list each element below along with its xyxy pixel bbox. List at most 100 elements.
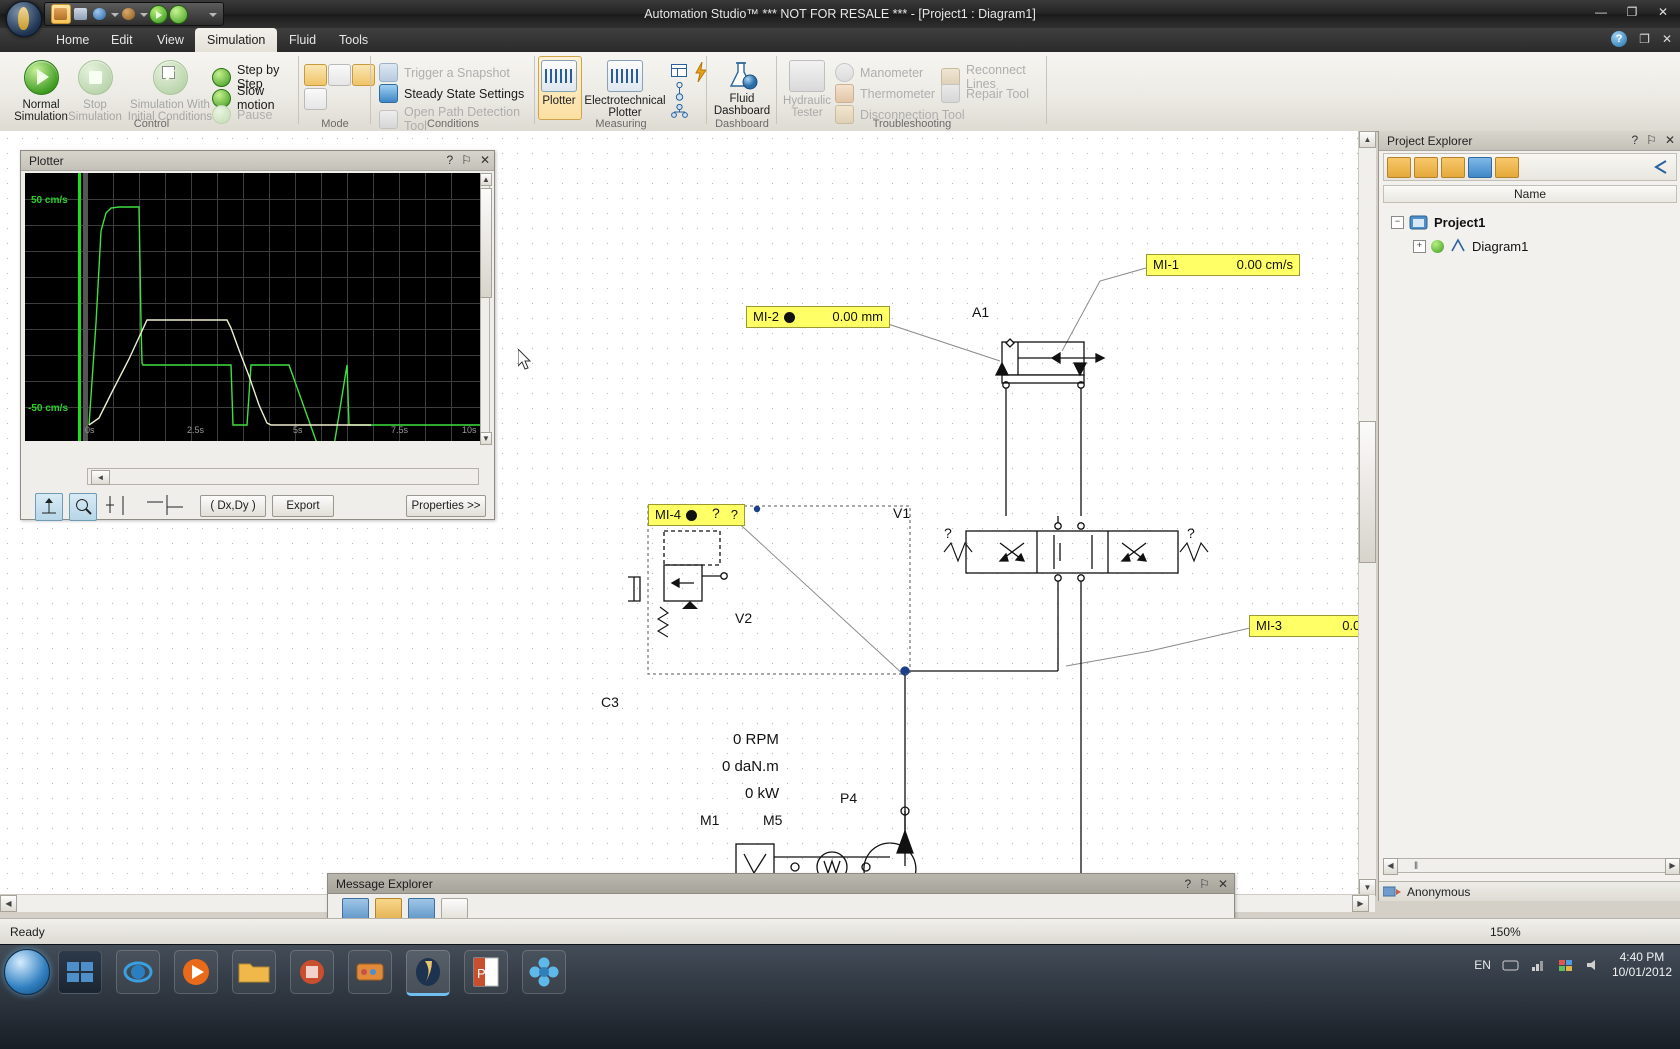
thermometer-icon — [835, 84, 854, 103]
measurement-label-mi2[interactable]: MI-2 0.00 mm — [746, 306, 890, 328]
tree-node-diagram1[interactable]: + Diagram1 — [1413, 238, 1528, 254]
help-icon[interactable]: ? — [1611, 31, 1628, 47]
stop-icon — [77, 60, 113, 95]
plotter-close-button[interactable]: ✕ — [480, 153, 490, 167]
plotter-scroll-up[interactable]: ▲ — [480, 173, 492, 186]
scroll-up-button[interactable]: ▲ — [1359, 131, 1376, 148]
taskbar-paint-icon[interactable] — [348, 950, 392, 994]
diagram1-expander-icon[interactable]: + — [1413, 239, 1426, 253]
mode-button-2[interactable] — [328, 64, 351, 86]
canvas-vertical-scrollbar[interactable]: ▲ ▼ — [1358, 131, 1376, 896]
project-explorer-help-button[interactable]: ? — [1631, 133, 1638, 147]
node-link-icon[interactable] — [673, 82, 686, 102]
tray-network-icon[interactable] — [1531, 958, 1547, 972]
plotter-vscroll-thumb[interactable] — [480, 188, 492, 298]
export-button[interactable]: Export — [272, 495, 334, 517]
taskbar-automation-studio-icon[interactable] — [406, 950, 450, 996]
save-project-icon[interactable] — [1441, 156, 1465, 178]
component-label-v2: V2 — [735, 610, 753, 626]
cursor-1-icon[interactable] — [105, 493, 131, 519]
maximize-button[interactable]: ❐ — [1621, 5, 1643, 19]
thermometer-button[interactable]: Thermometer — [835, 84, 935, 103]
electrotechnical-plotter-icon — [607, 60, 643, 92]
fluid-dashboard-label-1: Fluid — [729, 93, 755, 105]
tray-language[interactable]: EN — [1474, 958, 1491, 972]
tree-node-project1[interactable]: − Project1 — [1391, 213, 1485, 231]
taskbar-media-player-icon[interactable] — [174, 950, 218, 994]
vertical-scroll-thumb[interactable] — [1359, 421, 1376, 563]
plotter-pin-button[interactable]: ⚐ — [461, 153, 472, 167]
hierarchy-icon[interactable] — [671, 104, 688, 118]
measurement-label-mi3[interactable]: MI-3 0.00 L/ — [1249, 615, 1375, 637]
taskbar-internet-explorer-icon[interactable] — [116, 950, 160, 994]
plotter-chart[interactable]: 50 cm/s -50 cm/s 0s 2.5s 5s 7.5s 10s — [25, 173, 480, 441]
new-document-icon[interactable] — [1468, 156, 1492, 178]
cursor-2-icon[interactable] — [145, 493, 187, 519]
trigger-snapshot-button[interactable]: Trigger a Snapshot — [379, 63, 510, 82]
tray-device-icon[interactable] — [1502, 958, 1520, 972]
taskbar-windows-explorer-icon[interactable] — [58, 950, 102, 994]
mode-button-4[interactable] — [304, 88, 327, 110]
hydraulic-tester-button[interactable]: Hydraulic Tester — [779, 56, 835, 119]
tray-flag-icon[interactable] — [1558, 958, 1574, 972]
zoom-fit-button[interactable] — [69, 493, 97, 521]
plotter-help-button[interactable]: ? — [446, 153, 453, 167]
plot-x-tick-1: 2.5s — [187, 425, 205, 435]
taskbar-powerpoint-icon[interactable]: P — [464, 950, 508, 994]
taskbar-clock[interactable]: 4:40 PM 10/01/2012 — [1612, 950, 1672, 980]
taskbar-folder-icon[interactable] — [232, 950, 276, 994]
simulation-initial-conditions-button[interactable]: ✓ Simulation With Initial Conditions — [122, 56, 218, 123]
plotter-scroll-down[interactable]: ▼ — [480, 432, 492, 445]
tab-view[interactable]: View — [145, 28, 196, 52]
plotter-vertical-scrollbar[interactable]: ▲ ▼ — [480, 173, 492, 445]
project-explorer-pin-button[interactable]: ⚐ — [1646, 133, 1657, 147]
fluid-dashboard-button[interactable]: Fluid Dashboard — [709, 56, 775, 117]
scroll-right-button[interactable]: ▶ — [1352, 895, 1369, 912]
taskbar-office-icon[interactable] — [290, 950, 334, 994]
scroll-left-button[interactable]: ◀ — [0, 895, 17, 912]
collapse-arrow-icon[interactable] — [1650, 158, 1672, 177]
status-zoom-level[interactable]: 150% — [1490, 919, 1521, 945]
measurement-label-mi1[interactable]: MI-1 0.00 cm/s — [1146, 254, 1300, 276]
manometer-button[interactable]: Manometer — [835, 63, 923, 82]
taskbar-flower-app-icon[interactable] — [522, 950, 566, 994]
autoscale-y-button[interactable] — [35, 493, 63, 521]
measurement-label-mi4[interactable]: MI-4 ? — [648, 504, 745, 526]
mode-button-1[interactable] — [304, 64, 327, 86]
message-explorer-close-button[interactable]: ✕ — [1218, 877, 1228, 891]
minimize-button[interactable]: — — [1590, 5, 1612, 19]
open-project-icon[interactable] — [1414, 156, 1438, 178]
tab-simulation[interactable]: Simulation — [195, 28, 278, 52]
new-project-icon[interactable] — [1387, 156, 1411, 178]
normal-simulation-button[interactable]: Normal Simulation — [10, 56, 72, 123]
plotter-horizontal-scrollbar[interactable]: ◄ — [87, 468, 479, 485]
library-icon[interactable] — [1495, 156, 1519, 178]
dxdy-button[interactable]: ( Dx,Dy ) — [200, 495, 266, 517]
pex-splitter-grip[interactable]: ‖ — [1414, 861, 1418, 872]
start-button-icon[interactable] — [4, 949, 50, 995]
tab-tools[interactable]: Tools — [327, 28, 380, 52]
table-view-icon[interactable] — [671, 64, 687, 77]
restore-document-button[interactable]: ❐ — [1639, 32, 1650, 46]
plotter-scroll-left[interactable]: ◄ — [91, 470, 110, 485]
project-explorer-hscroll[interactable]: ◀ ▶ ‖ — [1383, 858, 1680, 875]
message-explorer-pin-button[interactable]: ⚐ — [1199, 877, 1210, 891]
stop-simulation-button[interactable]: Stop Simulation — [64, 56, 126, 123]
tab-home[interactable]: Home — [44, 28, 101, 52]
properties-button[interactable]: Properties >> — [406, 495, 486, 517]
close-document-button[interactable]: ✕ — [1662, 32, 1672, 46]
tab-edit[interactable]: Edit — [99, 28, 145, 52]
electrotechnical-plotter-button[interactable]: Electrotechnical Plotter — [583, 56, 667, 119]
message-explorer-help-button[interactable]: ? — [1184, 877, 1191, 891]
pex-scroll-left[interactable]: ◀ — [1383, 858, 1398, 875]
pex-scroll-right[interactable]: ▶ — [1665, 858, 1680, 875]
steady-state-settings-button[interactable]: Steady State Settings — [379, 84, 524, 103]
project-explorer-close-button[interactable]: ✕ — [1665, 133, 1675, 147]
tab-fluid[interactable]: Fluid — [277, 28, 328, 52]
project1-expander-icon[interactable]: − — [1391, 215, 1404, 229]
app-logo-icon[interactable] — [6, 1, 42, 37]
tray-volume-icon[interactable] — [1585, 958, 1601, 972]
plotter-button[interactable]: Plotter — [538, 56, 580, 107]
close-button[interactable]: ✕ — [1652, 5, 1674, 19]
repair-tool-button[interactable]: Repair Tool — [941, 84, 1029, 103]
